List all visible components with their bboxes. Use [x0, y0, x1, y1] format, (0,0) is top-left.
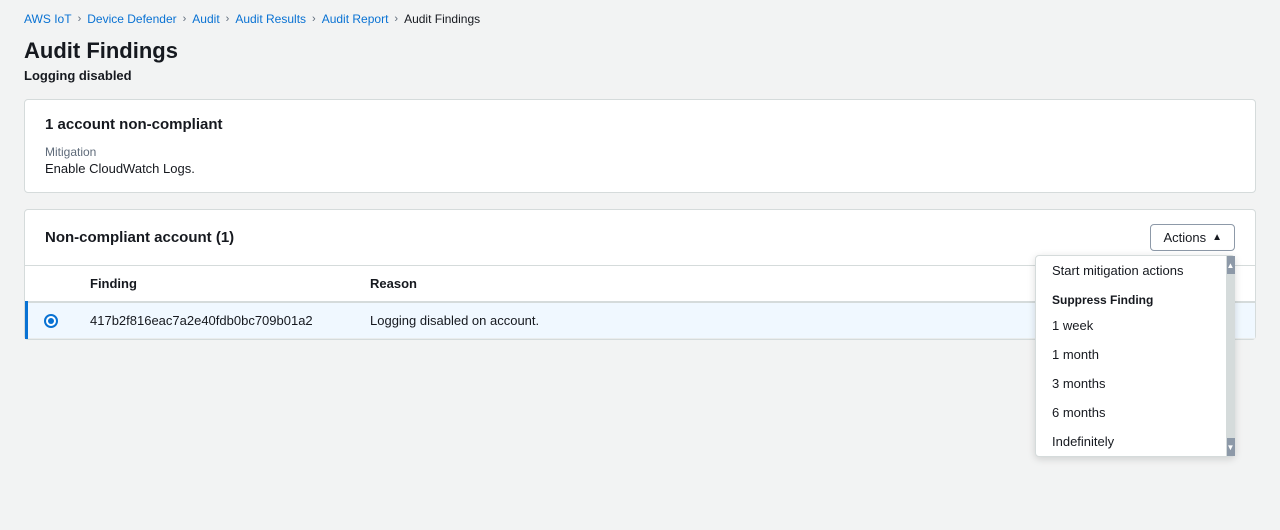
- breadcrumb-current: Audit Findings: [404, 12, 480, 26]
- row-reason: Logging disabled on account.: [354, 302, 1055, 339]
- dropdown-1-week[interactable]: 1 week: [1036, 311, 1234, 340]
- row-radio-cell: [27, 302, 75, 339]
- breadcrumb-sep-3: ›: [226, 13, 230, 25]
- actions-arrow-icon: ▲: [1212, 232, 1222, 243]
- row-finding: 417b2f816eac7a2e40fdb0bc709b01a2: [74, 302, 354, 339]
- page-header: Audit Findings Logging disabled: [0, 34, 1280, 99]
- actions-button[interactable]: Actions ▲: [1150, 224, 1235, 251]
- breadcrumb-sep-2: ›: [183, 13, 187, 25]
- dropdown-6-months[interactable]: 6 months: [1036, 398, 1234, 427]
- dropdown-1-month[interactable]: 1 month: [1036, 340, 1234, 369]
- radio-selected-icon[interactable]: [44, 314, 58, 328]
- summary-title: 1 account non-compliant: [45, 116, 1235, 133]
- table-section-card: Non-compliant account (1) Actions ▲ Star…: [24, 209, 1256, 340]
- breadcrumb-aws-iot[interactable]: AWS IoT: [24, 12, 72, 26]
- breadcrumb-sep-4: ›: [312, 13, 316, 25]
- scrollbar-up-icon[interactable]: ▲: [1227, 256, 1235, 274]
- dropdown-start-mitigation[interactable]: Start mitigation actions: [1036, 256, 1234, 285]
- scrollbar-down-icon[interactable]: ▼: [1227, 438, 1235, 456]
- section-header: Non-compliant account (1) Actions ▲ Star…: [25, 210, 1255, 266]
- dropdown-3-months[interactable]: 3 months: [1036, 369, 1234, 398]
- breadcrumb-audit[interactable]: Audit: [192, 12, 219, 26]
- dropdown-scrollbar: ▲ ▼: [1226, 256, 1234, 456]
- main-content: 1 account non-compliant Mitigation Enabl…: [0, 99, 1280, 340]
- actions-label: Actions: [1163, 230, 1206, 245]
- breadcrumb-audit-report[interactable]: Audit Report: [322, 12, 389, 26]
- col-header-check: [27, 266, 75, 302]
- summary-card: 1 account non-compliant Mitigation Enabl…: [24, 99, 1256, 193]
- breadcrumb-sep-5: ›: [394, 13, 398, 25]
- breadcrumb-sep-1: ›: [78, 13, 82, 25]
- actions-dropdown: Start mitigation actions Suppress Findin…: [1035, 255, 1235, 457]
- page-subtitle: Logging disabled: [24, 68, 1256, 83]
- col-header-finding: Finding: [74, 266, 354, 302]
- dropdown-suppress-label: Suppress Finding: [1036, 285, 1234, 311]
- actions-wrapper: Actions ▲ Start mitigation actions Suppr…: [1150, 224, 1235, 251]
- mitigation-value: Enable CloudWatch Logs.: [45, 161, 1235, 176]
- col-header-reason: Reason: [354, 266, 1055, 302]
- scrollbar-track: [1227, 274, 1235, 438]
- breadcrumb-device-defender[interactable]: Device Defender: [87, 12, 176, 26]
- dropdown-indefinitely[interactable]: Indefinitely: [1036, 427, 1234, 456]
- breadcrumb-audit-results[interactable]: Audit Results: [235, 12, 306, 26]
- breadcrumb: AWS IoT › Device Defender › Audit › Audi…: [0, 0, 1280, 34]
- mitigation-label: Mitigation: [45, 145, 1235, 159]
- section-title: Non-compliant account (1): [45, 229, 234, 246]
- page-title: Audit Findings: [24, 38, 1256, 64]
